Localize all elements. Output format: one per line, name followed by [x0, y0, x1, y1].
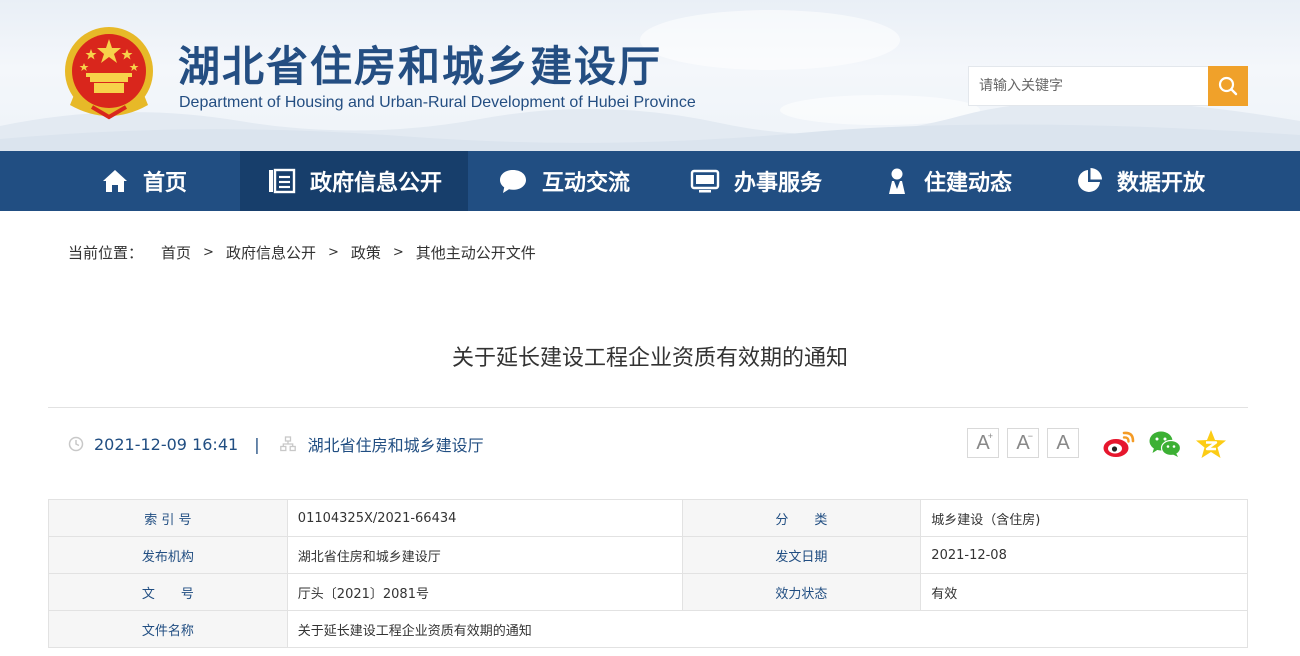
- nav-item-home[interactable]: 首页: [48, 151, 240, 211]
- document-info-table: 索 引 号 01104325X/2021-66434 分 类 城乡建设（含住房)…: [48, 499, 1249, 648]
- breadcrumb-link-other-files[interactable]: 其他主动公开文件: [416, 242, 536, 263]
- person-badge-icon: [888, 168, 905, 194]
- table-row: 文件名称 关于延长建设工程企业资质有效期的通知: [48, 610, 1249, 648]
- breadcrumb-link-policy[interactable]: 政策: [351, 242, 381, 263]
- article-title: 关于延长建设工程企业资质有效期的通知: [451, 346, 848, 371]
- field-label-issue-date: 发文日期: [681, 536, 922, 574]
- site-title: 湖北省住房和城乡建设厅: [178, 42, 663, 91]
- nav-item-label: 首页: [142, 171, 187, 196]
- breadcrumb-link-home[interactable]: 首页: [161, 242, 191, 263]
- organization-icon: [279, 436, 296, 452]
- main-nav: 首页 政府信息公开 互动交流 办事服务 住建动态 数据开放: [0, 151, 1300, 211]
- monitor-icon: [690, 169, 720, 193]
- divider: [48, 407, 1248, 408]
- nav-item-label: 数据开放: [1116, 171, 1205, 196]
- site-subtitle: Department of Housing and Urban-Rural De…: [179, 94, 696, 111]
- field-label-doc-number: 文 号: [48, 573, 288, 611]
- nav-item-label: 办事服务: [733, 171, 822, 196]
- wechat-icon: [1149, 431, 1182, 457]
- field-label-doc-name: 文件名称: [48, 610, 288, 648]
- site-header: 湖北省住房和城乡建设厅 Department of Housing and Ur…: [0, 0, 1300, 151]
- breadcrumb-separator: >: [203, 245, 214, 260]
- field-label-category: 分 类: [681, 499, 922, 537]
- article-meta: 2021-12-09 16:41 | 湖北省住房和城乡建设厅: [68, 432, 484, 456]
- qzone-icon: [1196, 430, 1226, 458]
- font-size-reset-button[interactable]: A: [1047, 428, 1079, 458]
- field-value-publisher: 湖北省住房和城乡建设厅: [286, 536, 683, 574]
- table-row: 索 引 号 01104325X/2021-66434 分 类 城乡建设（含住房): [48, 499, 1248, 537]
- document-list-icon: [268, 168, 296, 194]
- field-label-validity: 效力状态: [681, 573, 922, 611]
- font-size-decrease-button[interactable]: A −: [1007, 428, 1039, 458]
- breadcrumb: 当前位置： 首页 > 政府信息公开 > 政策 > 其他主动公开文件: [68, 242, 536, 263]
- share-wechat-button[interactable]: [1148, 427, 1182, 461]
- field-value-category: 城乡建设（含住房): [920, 499, 1248, 537]
- chat-bubble-icon: [499, 170, 526, 193]
- table-row: 发布机构 湖北省住房和城乡建设厅 发文日期 2021-12-08: [48, 536, 1248, 574]
- breadcrumb-label: 当前位置：: [68, 244, 144, 262]
- cloud-decoration: [640, 10, 900, 70]
- field-value-doc-name: 关于延长建设工程企业资质有效期的通知: [286, 610, 1249, 648]
- nav-item-label: 互动交流: [541, 171, 630, 196]
- table-row: 文 号 厅头〔2021〕2081号 效力状态 有效: [48, 573, 1248, 611]
- field-label-publisher: 发布机构: [48, 536, 288, 574]
- nav-item-label: 政府信息公开: [309, 171, 442, 196]
- font-size-increase-button[interactable]: A +: [967, 428, 999, 458]
- nav-item-gov-info[interactable]: 政府信息公开: [240, 151, 468, 211]
- font-size-controls: A + A − A: [967, 428, 1079, 458]
- search-icon: [1218, 76, 1238, 96]
- nav-item-services[interactable]: 办事服务: [660, 151, 852, 211]
- publisher-name: 湖北省住房和城乡建设厅: [307, 436, 484, 455]
- font-size-label: A: [1056, 431, 1070, 454]
- field-value-doc-number: 厅头〔2021〕2081号: [286, 573, 683, 611]
- breadcrumb-link-gov-info[interactable]: 政府信息公开: [226, 242, 316, 263]
- share-weibo-button[interactable]: [1102, 427, 1136, 461]
- pie-chart-icon: [1078, 168, 1102, 192]
- weibo-icon: [1103, 431, 1135, 457]
- home-icon: [102, 170, 127, 192]
- field-label-index: 索 引 号: [48, 499, 288, 537]
- national-emblem-icon[interactable]: [62, 25, 156, 123]
- meta-divider: |: [254, 434, 260, 454]
- share-toolbar: [1102, 427, 1228, 461]
- breadcrumb-separator: >: [327, 245, 339, 260]
- breadcrumb-separator: >: [392, 245, 404, 260]
- field-value-validity: 有效: [920, 573, 1248, 611]
- field-value-issue-date: 2021-12-08: [920, 536, 1248, 574]
- nav-item-open-data[interactable]: 数据开放: [1044, 151, 1236, 211]
- nav-item-interaction[interactable]: 互动交流: [468, 151, 660, 211]
- publish-datetime: 2021-12-09 16:41: [94, 434, 239, 454]
- search-input[interactable]: [969, 67, 1208, 105]
- share-qzone-button[interactable]: [1194, 427, 1228, 461]
- search-bar: [968, 66, 1248, 106]
- search-button[interactable]: [1208, 66, 1248, 106]
- field-value-index: 01104325X/2021-66434: [286, 499, 683, 537]
- nav-item-label: 住建动态: [923, 171, 1012, 196]
- nav-item-news[interactable]: 住建动态: [852, 151, 1044, 211]
- clock-icon: [68, 436, 84, 452]
